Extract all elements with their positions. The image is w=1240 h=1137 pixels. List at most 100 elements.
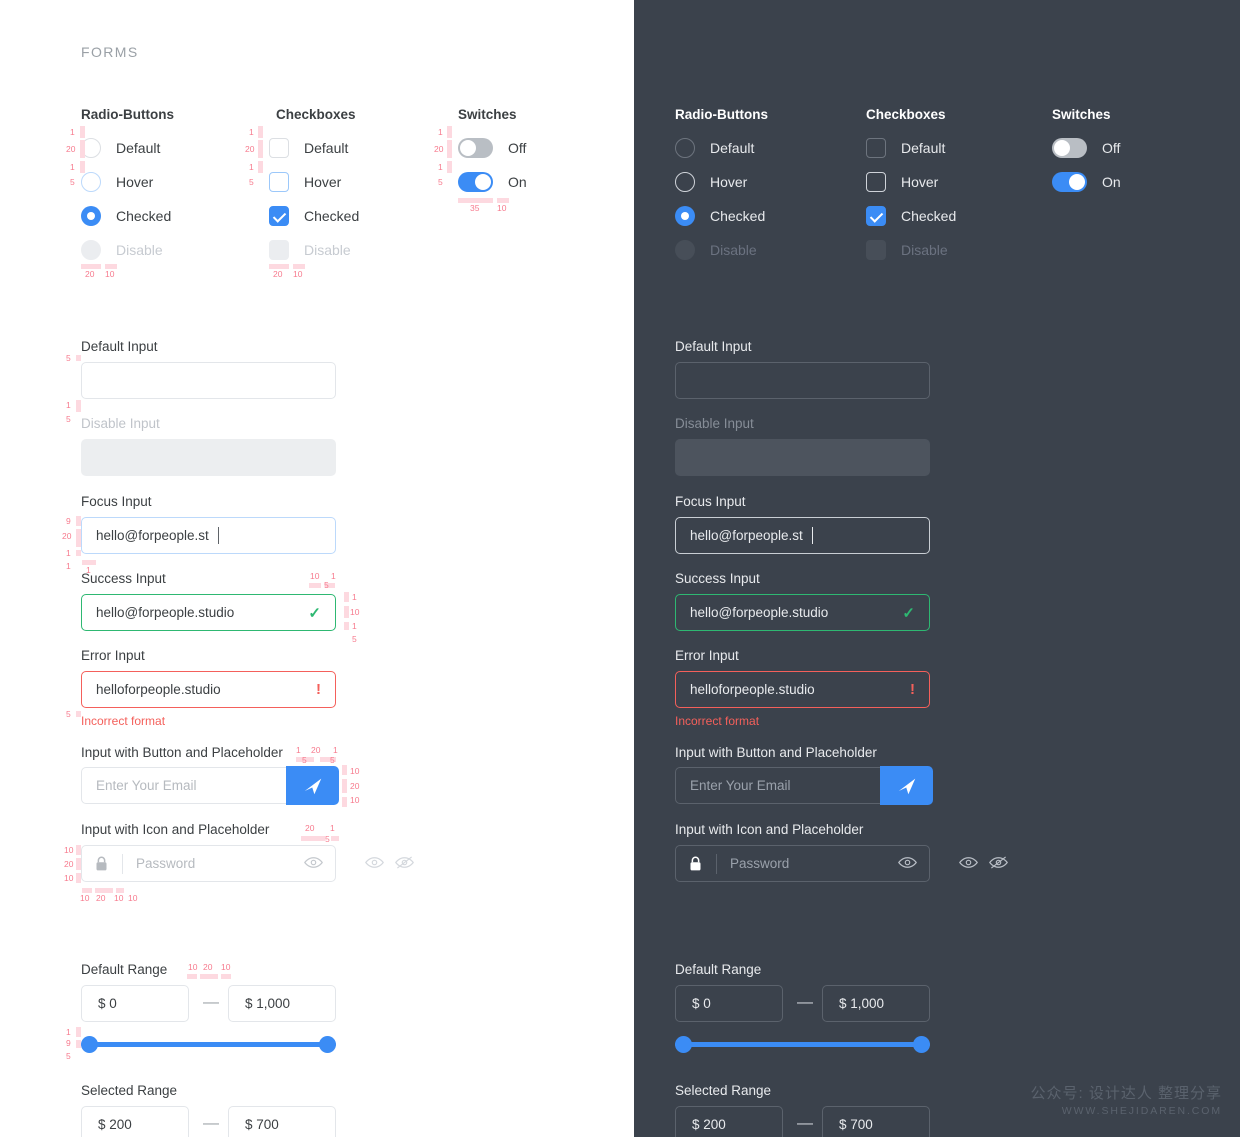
selected-range-min-input[interactable]: $ 200	[81, 1106, 189, 1137]
annotation-value: 1	[296, 745, 301, 755]
text-caret	[217, 527, 219, 544]
send-icon	[898, 778, 915, 794]
checkbox-option-default[interactable]: Default	[269, 138, 348, 158]
radio-icon-disabled	[675, 240, 695, 260]
checkbox-icon-checked[interactable]	[269, 206, 289, 226]
dark-checkbox-option-checked[interactable]: Checked	[866, 206, 956, 226]
eye-icon[interactable]	[898, 856, 917, 872]
annotation-bar	[344, 606, 349, 618]
checkbox-icon-hover[interactable]	[866, 172, 886, 192]
dark-switch-group-title: Switches	[1052, 107, 1111, 122]
dark-radio-option-checked[interactable]: Checked	[675, 206, 765, 226]
dark-success-input[interactable]: hello@forpeople.studio ✓	[675, 594, 930, 631]
checkbox-icon-default[interactable]	[269, 138, 289, 158]
switch-option-off[interactable]: Off	[458, 138, 526, 158]
page-title: FORMS	[81, 44, 139, 60]
radio-icon-checked[interactable]	[675, 206, 695, 226]
dark-radio-option-default[interactable]: Default	[675, 138, 754, 158]
annotation-value: 20	[350, 781, 360, 791]
default-input[interactable]	[81, 362, 336, 399]
dark-selected-range-max-input[interactable]: $ 700	[822, 1106, 930, 1137]
checkbox-option-checked[interactable]: Checked	[269, 206, 359, 226]
annotation-value: 20	[96, 893, 106, 903]
checkbox-label-hover: Hover	[304, 174, 342, 190]
dark-default-range-max-input[interactable]: $ 1,000	[822, 985, 930, 1022]
checkbox-option-hover[interactable]: Hover	[269, 172, 341, 192]
checkbox-icon-hover[interactable]	[269, 172, 289, 192]
checkbox-icon-default[interactable]	[866, 138, 886, 158]
dark-focus-input[interactable]: hello@forpeople.st	[675, 517, 930, 554]
annotation-value: 20	[273, 269, 283, 279]
eye-slash-icon-outside[interactable]	[395, 855, 414, 875]
radio-icon-hover[interactable]	[81, 172, 101, 192]
error-input[interactable]: helloforpeople.studio !	[81, 671, 336, 708]
dark-default-range-max-value: $ 1,000	[839, 996, 885, 1011]
exclamation-icon: !	[910, 681, 915, 698]
dark-eye-slash-icon-outside[interactable]	[989, 855, 1008, 875]
dark-password-input[interactable]: Password	[675, 845, 930, 882]
checkbox-icon-disabled	[866, 240, 886, 260]
send-button[interactable]	[286, 766, 339, 805]
dark-eye-icon-outside[interactable]	[959, 856, 978, 874]
dark-checkbox-group-title: Checkboxes	[866, 107, 946, 122]
annotation-value: 9	[66, 516, 71, 526]
eye-icon-outside[interactable]	[365, 856, 384, 874]
error-input-label: Error Input	[81, 648, 145, 663]
checkbox-label-default: Default	[304, 140, 349, 156]
radio-option-hover[interactable]: Hover	[81, 172, 153, 192]
dark-error-message: Incorrect format	[675, 714, 760, 728]
annotation-value: 10	[293, 269, 303, 279]
password-input[interactable]: Password	[81, 845, 336, 882]
dark-default-range-knob-max[interactable]	[913, 1036, 930, 1053]
dark-selected-range-min-input[interactable]: $ 200	[675, 1106, 783, 1137]
switch-icon-on[interactable]	[458, 172, 493, 192]
dark-checkbox-option-default[interactable]: Default	[866, 138, 945, 158]
default-range-knob-max[interactable]	[319, 1036, 336, 1053]
dark-send-button[interactable]	[880, 766, 933, 805]
default-range-max-input[interactable]: $ 1,000	[228, 985, 336, 1022]
success-input[interactable]: hello@forpeople.studio ✓	[81, 594, 336, 631]
eye-icon[interactable]	[304, 856, 323, 872]
switch-icon-off[interactable]	[458, 138, 493, 158]
annotation-value: 1	[352, 592, 357, 602]
radio-option-checked[interactable]: Checked	[81, 206, 171, 226]
annotation-value: 10	[105, 269, 115, 279]
checkbox-group-title: Checkboxes	[276, 107, 356, 122]
dark-switch-option-on[interactable]: On	[1052, 172, 1121, 192]
dark-checkbox-option-hover[interactable]: Hover	[866, 172, 938, 192]
dark-error-input[interactable]: helloforpeople.studio !	[675, 671, 930, 708]
success-input-label: Success Input	[81, 571, 166, 586]
default-range-knob-min[interactable]	[81, 1036, 98, 1053]
check-icon: ✓	[308, 604, 321, 622]
email-input-placeholder: Enter Your Email	[96, 778, 197, 793]
dark-selected-range-max-value: $ 700	[839, 1117, 873, 1132]
annotation-value: 1	[70, 162, 75, 172]
selected-range-max-input[interactable]: $ 700	[228, 1106, 336, 1137]
selected-range-label: Selected Range	[81, 1083, 178, 1098]
switch-option-on[interactable]: On	[458, 172, 527, 192]
dark-radio-option-hover[interactable]: Hover	[675, 172, 747, 192]
radio-option-default[interactable]: Default	[81, 138, 160, 158]
annotation-value: 10	[350, 766, 360, 776]
dark-default-range-min-input[interactable]: $ 0	[675, 985, 783, 1022]
radio-icon-default[interactable]	[675, 138, 695, 158]
annotation-bar	[80, 161, 85, 173]
switch-icon-on[interactable]	[1052, 172, 1087, 192]
dark-disable-input	[675, 439, 930, 476]
checkbox-option-disable: Disable	[269, 240, 351, 260]
radio-icon-checked[interactable]	[81, 206, 101, 226]
dark-default-range-knob-min[interactable]	[675, 1036, 692, 1053]
dark-radio-label-default: Default	[710, 140, 755, 156]
dark-success-input-label: Success Input	[675, 571, 760, 586]
dark-default-input[interactable]	[675, 362, 930, 399]
dark-switch-option-off[interactable]: Off	[1052, 138, 1120, 158]
radio-icon-hover[interactable]	[675, 172, 695, 192]
switch-icon-off[interactable]	[1052, 138, 1087, 158]
checkbox-icon-checked[interactable]	[866, 206, 886, 226]
dark-checkbox-label-hover: Hover	[901, 174, 939, 190]
default-range-min-input[interactable]: $ 0	[81, 985, 189, 1022]
focus-input-label: Focus Input	[81, 494, 152, 509]
focus-input[interactable]: hello@forpeople.st	[81, 517, 336, 554]
annotation-value: 5	[302, 755, 307, 765]
dark-selected-range-label: Selected Range	[675, 1083, 772, 1098]
